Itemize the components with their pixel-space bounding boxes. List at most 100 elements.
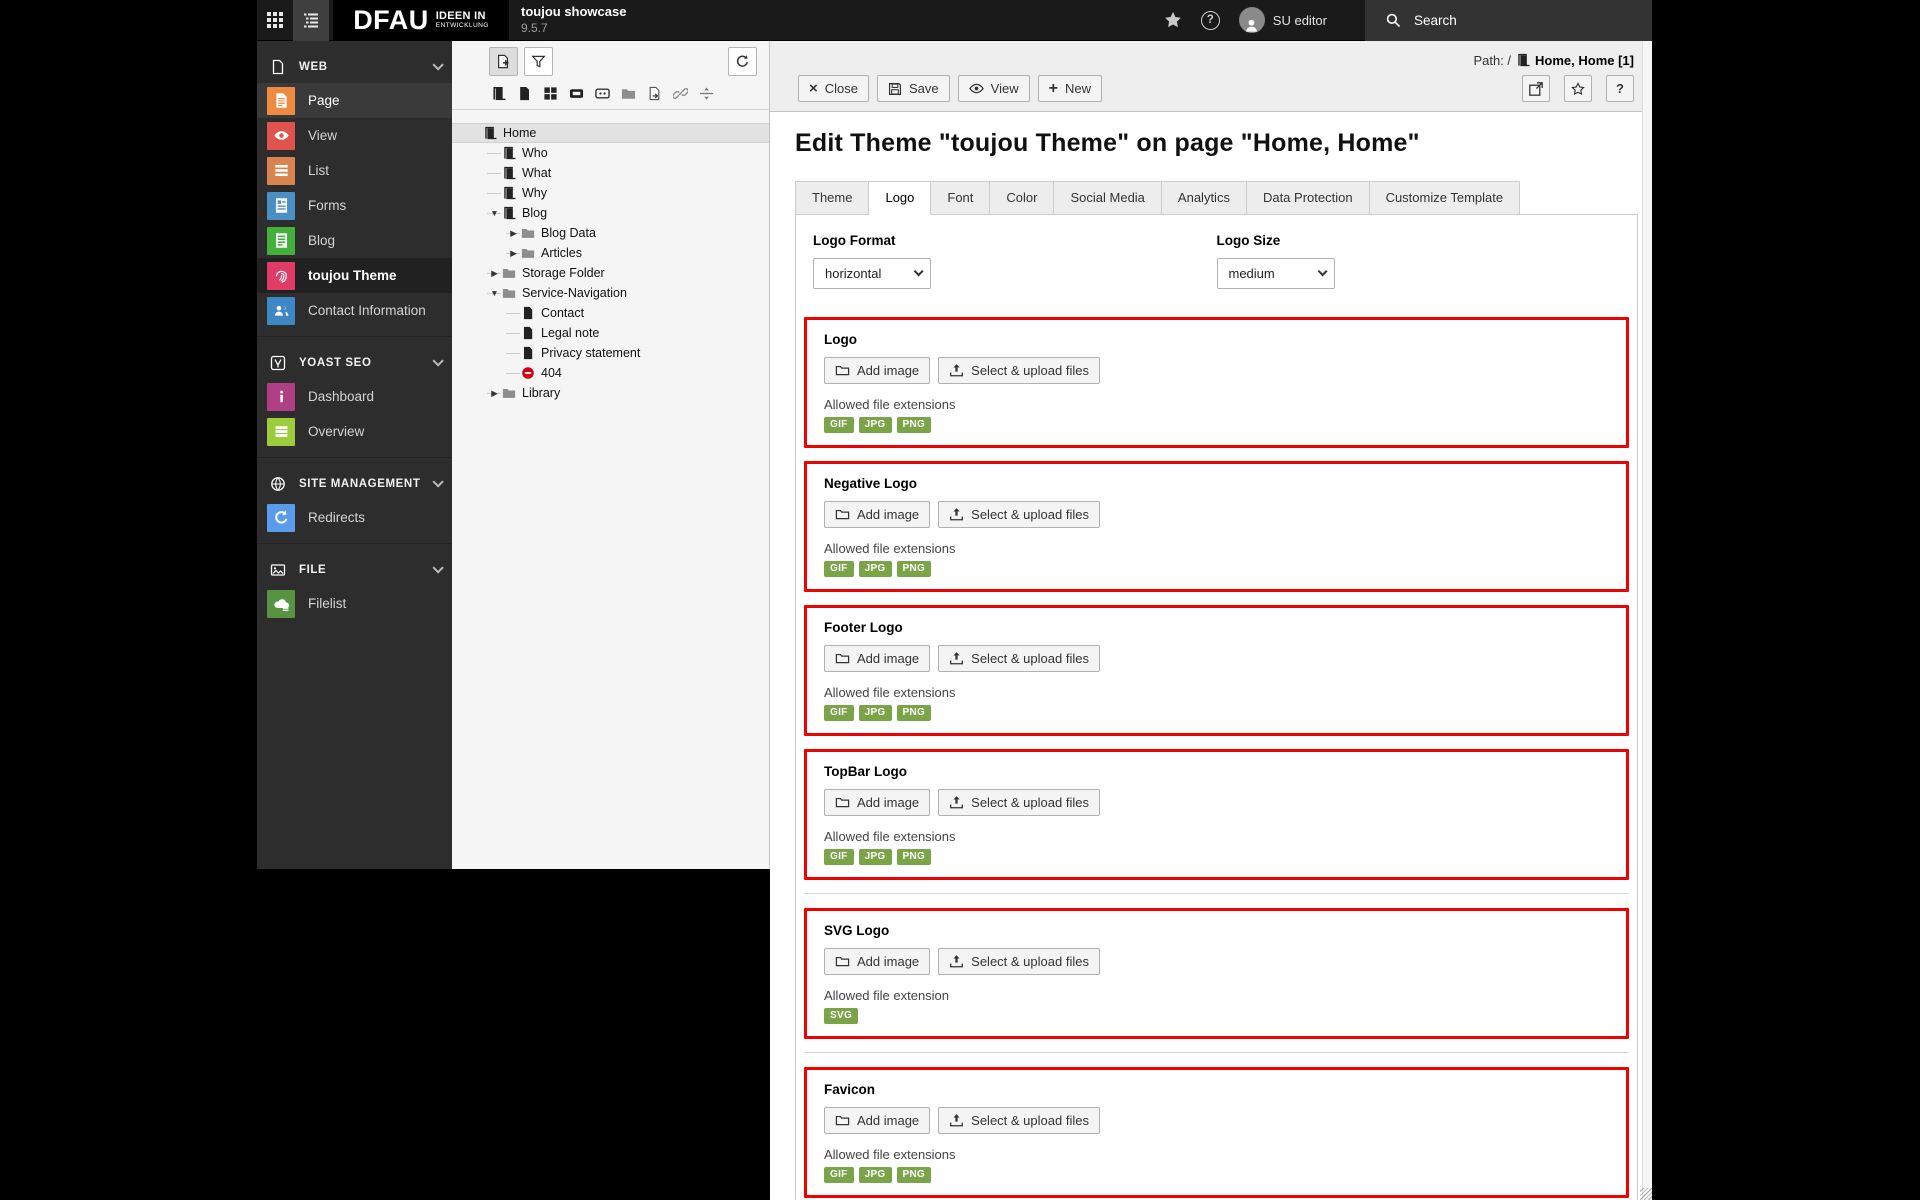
help-icon[interactable]: ? <box>1201 11 1220 30</box>
sidebar-item-view[interactable]: View <box>257 118 452 153</box>
tree-node-blog[interactable]: ▼Blog <box>452 203 769 223</box>
section-svg-logo: SVG LogoAdd imageSelect & upload filesAl… <box>804 908 1629 1039</box>
filter-button[interactable] <box>524 47 553 76</box>
module-section-header-web[interactable]: WEB <box>257 51 452 83</box>
eye-icon <box>969 81 984 96</box>
folder-icon[interactable] <box>621 86 636 101</box>
sidebar-item-contact-information[interactable]: Contact Information <box>257 293 452 328</box>
add-image-button[interactable]: Add image <box>824 357 930 384</box>
avatar <box>1239 7 1265 33</box>
tree-node-404[interactable]: 404 <box>452 363 769 383</box>
mod-forms-icon <box>267 192 295 220</box>
path-page[interactable]: Home, Home [1] <box>1535 53 1634 68</box>
section-buttons: Add image Select & upload files <box>824 1107 1609 1134</box>
select-upload-files-button[interactable]: Select & upload files <box>938 948 1100 975</box>
help-button[interactable]: ? <box>1606 75 1634 102</box>
module-section-header-yoast-seo[interactable]: YOAST SEO <box>257 347 452 379</box>
breadcrumb: Path: / Home, Home [1] <box>798 48 1634 72</box>
external-link-icon[interactable] <box>647 86 662 101</box>
folder-icon <box>521 226 535 240</box>
sidebar-item-forms[interactable]: Forms <box>257 188 452 223</box>
user-menu[interactable]: SU editor <box>1239 7 1327 33</box>
sidebar-item-page[interactable]: Page <box>257 83 452 118</box>
select-upload-files-button[interactable]: Select & upload files <box>938 1107 1100 1134</box>
tab-social-media[interactable]: Social Media <box>1054 181 1161 215</box>
mount-point-icon[interactable] <box>569 86 584 101</box>
tab-theme[interactable]: Theme <box>795 181 869 215</box>
new-page-button[interactable] <box>489 47 518 76</box>
separator-icon[interactable] <box>699 86 714 101</box>
sidebar-item-redirects[interactable]: Redirects <box>257 500 452 535</box>
tab-font[interactable]: Font <box>931 181 990 215</box>
select-upload-files-button[interactable]: Select & upload files <box>938 645 1100 672</box>
save-disk-icon <box>888 82 902 96</box>
folder-icon <box>502 286 516 300</box>
resize-grip[interactable] <box>1640 1188 1652 1200</box>
module-section-header-site-management[interactable]: SITE MANAGEMENT <box>257 468 452 500</box>
sidebar-item-list[interactable]: List <box>257 153 452 188</box>
bookmark-button[interactable] <box>1564 75 1592 102</box>
caret-closed-icon[interactable]: ▶ <box>506 243 521 263</box>
new-button[interactable]: +New <box>1038 75 1102 102</box>
logo-settings-row: Logo Format horizontal Logo Size medium <box>813 233 1620 289</box>
tree-node-service-navigation[interactable]: ▼Service-Navigation <box>452 283 769 303</box>
section-buttons: Add image Select & upload files <box>824 501 1609 528</box>
tree-node-articles[interactable]: ▶Articles <box>452 243 769 263</box>
sidebar-item-dashboard[interactable]: Dashboard <box>257 379 452 414</box>
save-button[interactable]: Save <box>877 75 950 102</box>
caret-closed-icon[interactable]: ▶ <box>487 383 502 403</box>
add-image-button[interactable]: Add image <box>824 789 930 816</box>
tree-node-legal-note[interactable]: Legal note <box>452 323 769 343</box>
open-in-new-window-button[interactable] <box>1522 75 1550 102</box>
sidebar-item-filelist[interactable]: Filelist <box>257 586 452 621</box>
shortcut-icon[interactable] <box>543 86 558 101</box>
select-upload-files-button[interactable]: Select & upload files <box>938 789 1100 816</box>
search-input[interactable]: Search <box>1365 0 1652 41</box>
caret-closed-icon[interactable]: ▶ <box>487 263 502 283</box>
refresh-button[interactable] <box>728 47 757 76</box>
caret-closed-icon[interactable]: ▶ <box>506 223 521 243</box>
add-image-button[interactable]: Add image <box>824 1107 930 1134</box>
tree-node-home[interactable]: Home <box>452 123 769 143</box>
logo-size-select[interactable]: medium <box>1217 258 1335 289</box>
add-image-button[interactable]: Add image <box>824 948 930 975</box>
caret-open-icon[interactable]: ▼ <box>487 203 502 223</box>
page-door-icon <box>1516 53 1530 67</box>
sidebar-item-overview[interactable]: Overview <box>257 414 452 449</box>
tree-node-why[interactable]: Why <box>452 183 769 203</box>
page-icon[interactable] <box>491 86 506 101</box>
user-name: SU editor <box>1273 13 1327 28</box>
tree-node-privacy-statement[interactable]: Privacy statement <box>452 343 769 363</box>
tree-node-what[interactable]: What <box>452 163 769 183</box>
view-button[interactable]: View <box>958 75 1030 102</box>
module-section-header-file[interactable]: FILE <box>257 554 452 586</box>
tree-node-storage-folder[interactable]: ▶Storage Folder <box>452 263 769 283</box>
page-not-in-menu-icon[interactable] <box>517 86 532 101</box>
close-button[interactable]: ×Close <box>798 75 869 102</box>
tab-analytics[interactable]: Analytics <box>1162 181 1247 215</box>
caret-open-icon[interactable]: ▼ <box>487 283 502 303</box>
tree-node-library[interactable]: ▶Library <box>452 383 769 403</box>
select-upload-files-button[interactable]: Select & upload files <box>938 357 1100 384</box>
tree-node-blog-data[interactable]: ▶Blog Data <box>452 223 769 243</box>
add-image-button[interactable]: Add image <box>824 501 930 528</box>
tab-customize-template[interactable]: Customize Template <box>1370 181 1521 215</box>
pagetree-toggle-button[interactable] <box>293 0 329 41</box>
bookmarks-star-icon[interactable] <box>1164 11 1182 29</box>
sidebar-item-blog[interactable]: Blog <box>257 223 452 258</box>
sidebar-item-toujou-theme[interactable]: toujou Theme <box>257 258 452 293</box>
module-menu-toggle-button[interactable] <box>257 0 293 41</box>
select-upload-files-button[interactable]: Select & upload files <box>938 501 1100 528</box>
tab-logo[interactable]: Logo <box>869 181 931 215</box>
tab-data-protection[interactable]: Data Protection <box>1247 181 1370 215</box>
logo-size-field: Logo Size medium <box>1217 233 1621 289</box>
tree-node-contact[interactable]: Contact <box>452 303 769 323</box>
logo-format-select[interactable]: horizontal <box>813 258 931 289</box>
backend-user-section-icon[interactable] <box>595 86 610 101</box>
link-icon[interactable] <box>673 86 688 101</box>
vertical-scrollbar[interactable] <box>1642 41 1652 1200</box>
add-image-button[interactable]: Add image <box>824 645 930 672</box>
tree-node-who[interactable]: Who <box>452 143 769 163</box>
tab-color[interactable]: Color <box>990 181 1054 215</box>
logo-format-field: Logo Format horizontal <box>813 233 1217 289</box>
